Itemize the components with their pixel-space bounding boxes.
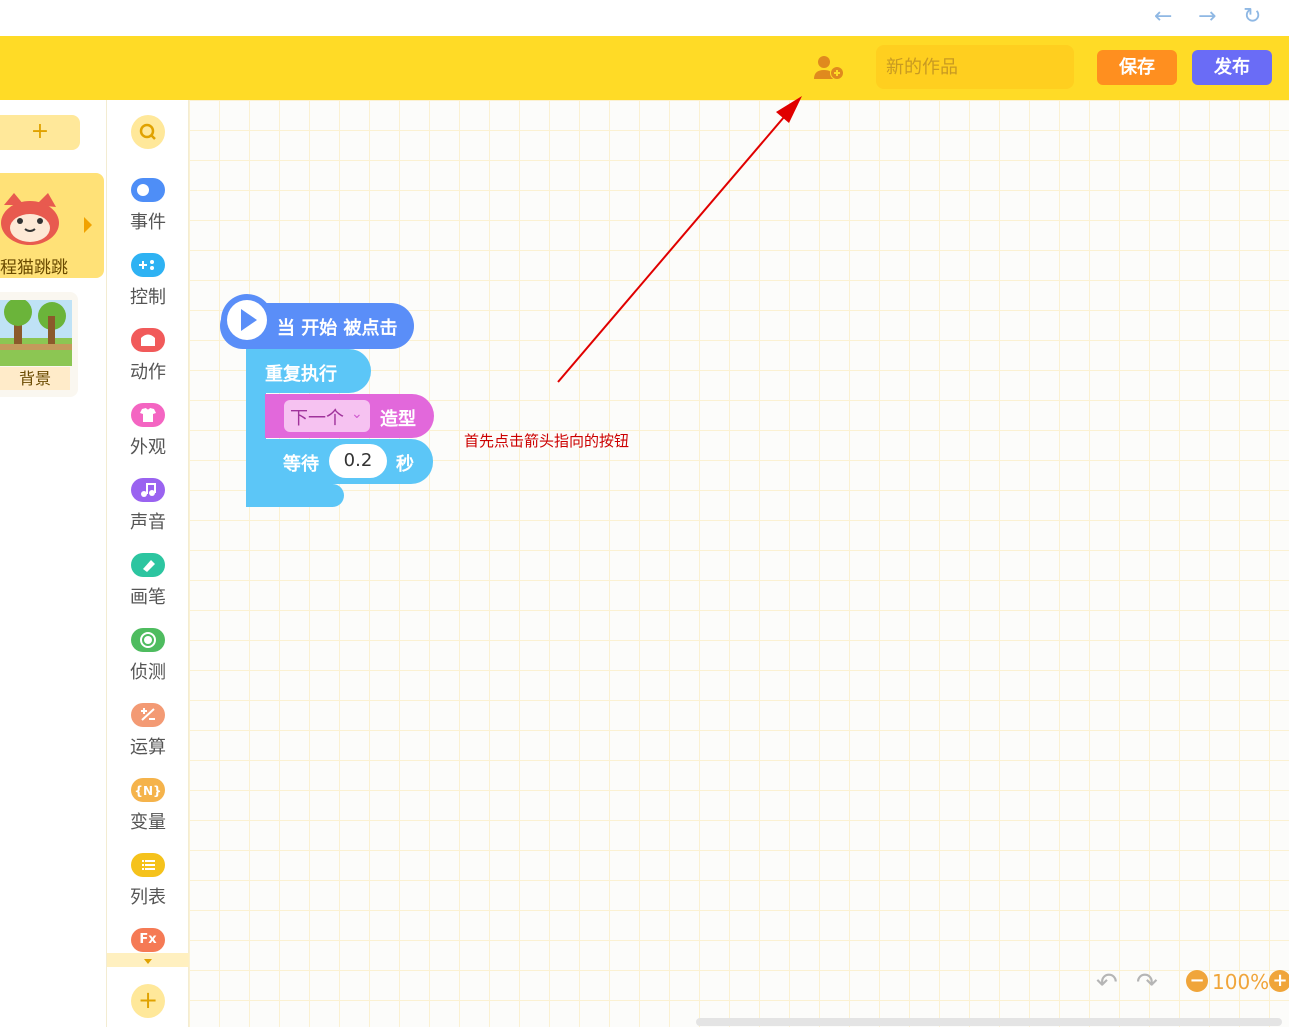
repeat-block-end (246, 484, 344, 507)
costume-dropdown-value: 下一个 (290, 408, 344, 429)
category-item[interactable]: {N} 变量 (107, 778, 189, 848)
category-item[interactable]: 运算 (107, 703, 189, 773)
gamepad-icon (131, 253, 165, 277)
forward-icon[interactable]: → (1198, 4, 1216, 30)
category-label: 侦测 (130, 662, 166, 683)
block-category-bar: 事件控制动作外观声音画笔侦测运算 {N} 变量列表 Fx + (106, 100, 189, 1027)
toggle-icon (131, 178, 165, 202)
publish-button[interactable]: 发布 (1192, 50, 1272, 85)
redo-icon[interactable]: ↷ (1136, 968, 1158, 998)
add-collaborator-icon[interactable] (812, 52, 846, 84)
category-label: 外观 (130, 437, 166, 458)
svg-text:{N}: {N} (134, 784, 161, 798)
back-icon[interactable]: ← (1154, 4, 1172, 30)
category-item[interactable]: 画笔 (107, 553, 189, 623)
horizontal-scrollbar[interactable] (696, 1018, 1282, 1026)
category-label: 声音 (130, 512, 166, 533)
add-sprite-button[interactable]: + (0, 115, 80, 150)
category-item[interactable]: 事件 (107, 178, 189, 248)
category-item[interactable]: 列表 (107, 853, 189, 923)
list-icon (131, 853, 165, 877)
browser-toolbar: ← → ↻ (0, 0, 1289, 36)
more-categories-toggle[interactable] (107, 953, 189, 967)
category-label: 事件 (130, 212, 166, 233)
background-label: 背景 (0, 367, 70, 390)
shirt-icon (131, 403, 165, 427)
sprite-item[interactable]: 程猫跳跳 (0, 173, 104, 278)
category-item[interactable]: 控制 (107, 253, 189, 323)
category-label: 控制 (130, 287, 166, 308)
instruction-annotation: 首先点击箭头指向的按钮 (464, 432, 630, 450)
zoom-out-button[interactable]: − (1186, 970, 1208, 992)
category-item[interactable]: 侦测 (107, 628, 189, 698)
music-icon (131, 478, 165, 502)
play-icon (241, 309, 257, 331)
category-label: 运算 (130, 737, 166, 758)
background-thumbnail (0, 300, 72, 366)
eraser-icon (131, 553, 165, 577)
sprite-panel: + 程猫跳跳 背景 (0, 100, 106, 1027)
start-block-play[interactable] (221, 294, 273, 346)
cat-sprite-image (1, 193, 59, 245)
category-item[interactable]: 动作 (107, 328, 189, 398)
category-item[interactable]: 声音 (107, 478, 189, 548)
category-item[interactable]: 外观 (107, 403, 189, 473)
background-item[interactable]: 背景 (0, 292, 78, 397)
wait-block-label: 等待 (283, 454, 319, 475)
function-icon: Fx (131, 928, 165, 952)
sprite-expand-icon[interactable] (84, 217, 92, 233)
plus-minus-icon (131, 703, 165, 727)
refresh-icon[interactable]: ↻ (1243, 4, 1261, 30)
undo-icon[interactable]: ↶ (1096, 968, 1118, 998)
wait-unit-label: 秒 (396, 454, 414, 475)
category-label: 列表 (130, 887, 166, 908)
repeat-block-label: 重复执行 (265, 364, 337, 385)
save-button[interactable]: 保存 (1097, 50, 1177, 85)
target-icon (131, 628, 165, 652)
hat-block-label: 当 开始 被点击 (277, 318, 398, 339)
project-title-input[interactable] (876, 45, 1074, 89)
add-extension-button[interactable]: + (131, 984, 165, 1018)
block-search-button[interactable] (131, 115, 165, 149)
category-label: 变量 (130, 812, 166, 833)
zoom-level: 100% (1212, 970, 1270, 994)
category-label: 动作 (130, 362, 166, 383)
costume-block-label: 造型 (380, 409, 416, 430)
sprite-name: 程猫跳跳 (0, 258, 68, 278)
search-icon (139, 123, 156, 140)
wait-seconds-input[interactable]: 0.2 (329, 444, 387, 478)
zoom-in-button[interactable]: + (1269, 970, 1289, 992)
chevron-down-icon: ⌄ (351, 406, 363, 422)
variable-icon: {N} (131, 778, 165, 802)
annotation-arrow (557, 96, 802, 383)
category-label: 画笔 (130, 587, 166, 608)
ghost-icon (131, 328, 165, 352)
